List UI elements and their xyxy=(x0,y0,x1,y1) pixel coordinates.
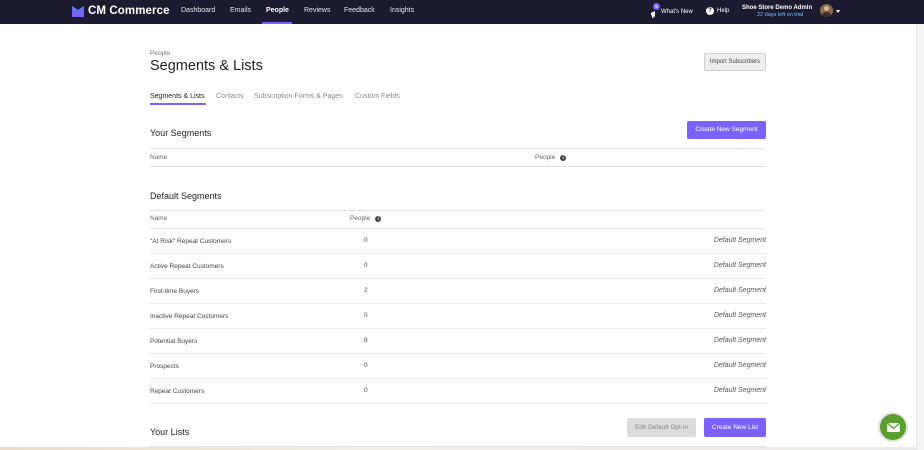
segment-type: Default Segment xyxy=(713,237,766,244)
tab-segments-lists[interactable]: Segments & Lists xyxy=(150,93,204,100)
segment-name[interactable]: Repeat Customers xyxy=(150,388,204,395)
column-header-people-label: People xyxy=(535,154,556,161)
brand-name: CM Commerce xyxy=(88,5,170,17)
segment-type: Default Segment xyxy=(713,337,766,344)
segment-people-count: 0 xyxy=(364,387,368,394)
table-row[interactable]: Prospects 0 Default Segment xyxy=(150,354,766,379)
nav-reviews[interactable]: Reviews xyxy=(304,7,330,14)
segment-type: Default Segment xyxy=(713,387,766,394)
segment-people-count: 0 xyxy=(364,362,368,369)
breadcrumb[interactable]: People xyxy=(150,50,170,57)
divider xyxy=(150,210,766,211)
table-row[interactable]: Inactive Repeat Customers 0 Default Segm… xyxy=(150,304,766,329)
column-header-name-label: Name xyxy=(150,154,168,161)
tab-contacts[interactable]: Contacts xyxy=(216,93,244,100)
segment-people-count: 0 xyxy=(364,312,368,319)
nav-active-indicator xyxy=(262,22,292,24)
top-nav-bar: CM Commerce Dashboard Emails People Revi… xyxy=(0,0,924,24)
column-header-name-label: Name xyxy=(150,215,168,222)
account-info[interactable]: Shoe Store Demo Admin 22 days left on tr… xyxy=(742,5,812,18)
tab-subscription-forms[interactable]: Subscription Forms & Pages xyxy=(254,93,343,100)
table-row[interactable]: Repeat Customers 0 Default Segment xyxy=(150,379,766,404)
table-row[interactable]: Active Repeat Customers 0 Default Segmen… xyxy=(150,254,766,279)
column-header-people: People i xyxy=(535,154,567,161)
segment-name[interactable]: "At Risk" Repeat Customers xyxy=(150,238,231,245)
segment-name[interactable]: Potential Buyers xyxy=(150,338,197,345)
account-name: Shoe Store Demo Admin xyxy=(742,5,813,11)
column-header-people-label: People xyxy=(350,215,371,222)
trial-status: 22 days left on trial xyxy=(757,12,804,18)
nav-emails[interactable]: Emails xyxy=(230,7,251,14)
active-tab-indicator xyxy=(150,103,206,105)
megaphone-icon: 5 xyxy=(650,3,660,18)
segment-type: Default Segment xyxy=(713,312,766,319)
info-icon[interactable]: i xyxy=(560,154,567,161)
cm-logo-icon xyxy=(72,5,84,17)
edit-default-opt-in-button[interactable]: Edit Default Opt-in xyxy=(627,418,696,437)
table-row[interactable]: Potential Buyers 8 Default Segment xyxy=(150,329,766,354)
chat-widget-button[interactable] xyxy=(880,414,906,440)
info-icon[interactable]: i xyxy=(375,215,382,222)
your-segments-title: Your Segments xyxy=(150,128,212,138)
segment-people-count: 0 xyxy=(364,262,368,269)
scrollbar[interactable] xyxy=(916,24,924,450)
nav-feedback[interactable]: Feedback xyxy=(344,7,375,14)
segment-people-count: 0 xyxy=(364,237,368,244)
your-lists-title: Your Lists xyxy=(150,427,190,437)
table-row[interactable]: "At Risk" Repeat Customers 0 Default Seg… xyxy=(150,229,766,254)
whats-new-label: What's New xyxy=(661,9,693,15)
create-new-list-button[interactable]: Create New List xyxy=(704,418,766,437)
column-header-name: Name xyxy=(150,154,167,161)
divider xyxy=(150,148,766,149)
help-button[interactable]: ? Help xyxy=(706,7,729,15)
whats-new-button[interactable]: 5 What's New xyxy=(650,3,693,18)
table-row[interactable]: First-time Buyers 2 Default Segment xyxy=(150,279,766,304)
segment-type: Default Segment xyxy=(713,287,766,294)
brand-logo[interactable]: CM Commerce xyxy=(72,5,170,17)
help-label: Help xyxy=(717,8,730,14)
segment-people-count: 2 xyxy=(364,287,368,294)
tab-custom-fields[interactable]: Custom Fields xyxy=(355,93,400,100)
segment-name[interactable]: Prospects xyxy=(150,363,179,370)
chevron-down-icon[interactable] xyxy=(836,10,840,13)
divider xyxy=(150,166,766,167)
nav-people[interactable]: People xyxy=(266,7,289,14)
segment-name[interactable]: First-time Buyers xyxy=(150,288,199,295)
segment-name[interactable]: Inactive Repeat Customers xyxy=(150,313,228,320)
page-title: Segments & Lists xyxy=(150,58,263,74)
nav-dashboard[interactable]: Dashboard xyxy=(181,7,215,14)
column-header-people: People i xyxy=(350,215,382,222)
column-header-name: Name xyxy=(150,215,167,222)
segment-people-count: 8 xyxy=(364,337,368,344)
segment-type: Default Segment xyxy=(713,362,766,369)
notification-badge: 5 xyxy=(653,3,660,10)
segment-name[interactable]: Active Repeat Customers xyxy=(150,263,224,270)
avatar[interactable] xyxy=(820,4,833,17)
default-segments-title: Default Segments xyxy=(150,191,222,201)
nav-insights[interactable]: Insights xyxy=(390,7,414,14)
mail-icon xyxy=(886,422,900,432)
help-icon: ? xyxy=(706,7,714,15)
segment-type: Default Segment xyxy=(713,262,766,269)
create-new-segment-button[interactable]: Create New Segment xyxy=(687,121,766,139)
import-subscribers-button[interactable]: Import Subscribers xyxy=(704,53,766,71)
